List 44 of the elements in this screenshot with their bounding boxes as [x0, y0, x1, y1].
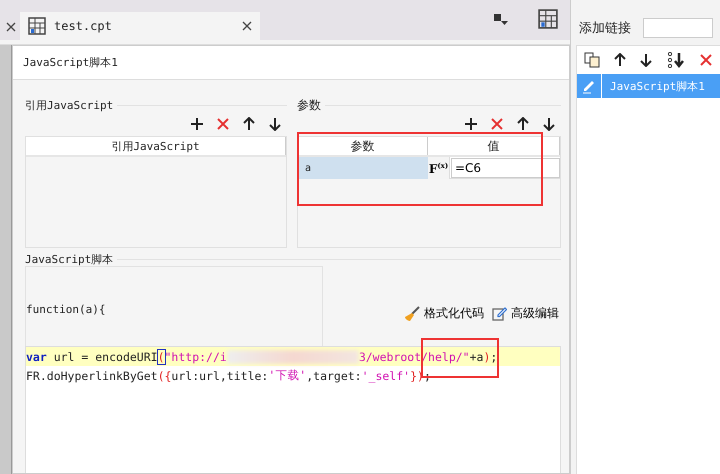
arrow-up-icon	[517, 117, 529, 131]
plus-icon	[190, 117, 204, 131]
dropdown-icon[interactable]	[494, 14, 508, 26]
table-icon[interactable]	[28, 17, 46, 35]
editor-tab[interactable]: test.cpt	[20, 12, 260, 40]
arrow-down-icon	[640, 53, 652, 67]
arrow-up-icon	[243, 117, 255, 131]
value-field[interactable]: =C6	[451, 158, 560, 178]
advanced-edit-button[interactable]: 高级编辑	[492, 305, 559, 322]
parameter-name-cell[interactable]: a	[298, 157, 428, 179]
formula-button[interactable]: F$^{(x)}$	[428, 157, 450, 179]
section-title: 引用JavaScript	[25, 98, 114, 112]
column-header: 值	[428, 137, 560, 155]
delete-icon	[216, 117, 230, 131]
brush-icon	[404, 306, 420, 322]
add-button[interactable]	[463, 116, 479, 132]
move-down-button[interactable]	[267, 116, 283, 132]
add-button[interactable]	[189, 116, 205, 132]
close-icon[interactable]	[242, 21, 252, 31]
column-header: 参数	[298, 137, 428, 155]
move-down-button[interactable]	[541, 116, 557, 132]
grid-icon[interactable]	[538, 9, 558, 29]
pencil-icon	[581, 78, 597, 94]
plus-icon	[464, 117, 478, 131]
section-title: 参数	[297, 96, 321, 114]
column-header: 引用JavaScript	[26, 137, 286, 155]
move-bottom-icon[interactable]	[666, 52, 685, 68]
delete-icon	[490, 117, 504, 131]
delete-icon	[698, 53, 713, 67]
section-title: JavaScript脚本	[25, 252, 114, 266]
move-up-button[interactable]	[515, 116, 531, 132]
delete-button[interactable]	[215, 116, 231, 132]
edit-icon	[492, 306, 507, 321]
format-code-button[interactable]: 格式化代码	[404, 305, 484, 322]
delete-button[interactable]	[489, 116, 505, 132]
close-icon[interactable]	[6, 22, 16, 32]
arrow-up-icon	[614, 53, 626, 67]
move-up-button[interactable]	[241, 116, 257, 132]
arrow-down-icon	[543, 117, 555, 131]
arrow-down-icon	[269, 117, 281, 131]
copy-icon[interactable]	[584, 52, 600, 68]
link-field[interactable]	[643, 18, 713, 38]
add-link-label: 添加链接	[579, 20, 631, 36]
dialog-title: JavaScript脚本1	[23, 55, 118, 70]
